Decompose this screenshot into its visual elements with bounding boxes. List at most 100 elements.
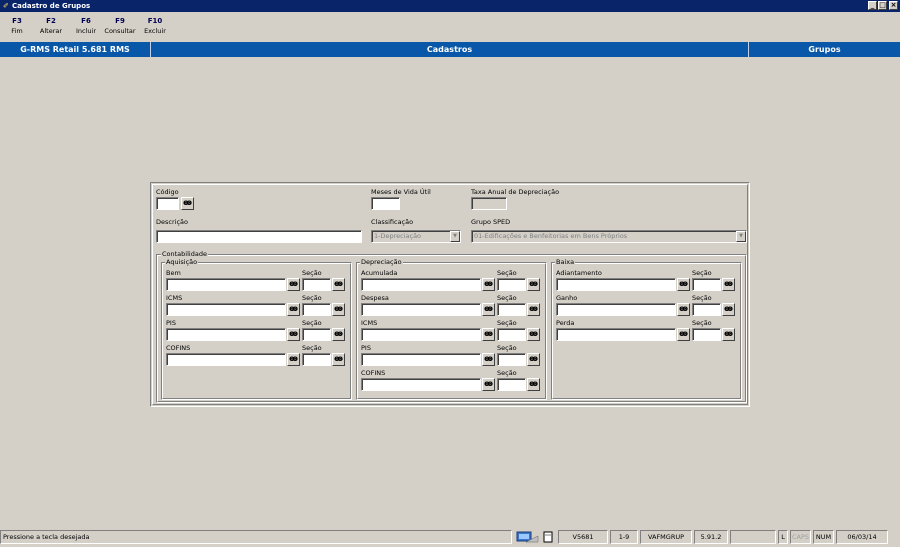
grupo-sped-label: Grupo SPED <box>471 218 511 226</box>
depreciacao-icms-input[interactable] <box>361 328 481 341</box>
binoculars-icon[interactable]: ꙭ <box>527 353 540 366</box>
baixa-adiantamento-input[interactable] <box>556 278 676 291</box>
depreciacao-acumulada-input[interactable] <box>361 278 481 291</box>
depreciacao-legend: Depreciação <box>360 258 403 266</box>
depreciacao-cofins-secao-input[interactable] <box>497 378 526 391</box>
minimize-button[interactable]: _ <box>868 1 877 10</box>
codigo-lookup-button[interactable]: ꙭ <box>181 197 194 210</box>
fkey-caption: Alterar <box>39 27 63 35</box>
fkey-label: F6 <box>81 17 91 25</box>
binoculars-icon[interactable]: ꙭ <box>527 328 540 341</box>
aquisicao-bem-secao-input[interactable] <box>302 278 331 291</box>
binoculars-icon[interactable]: ꙭ <box>677 278 690 291</box>
status-version: V5681 <box>558 530 608 544</box>
baixa-perda-secao-input[interactable] <box>692 328 721 341</box>
secao-label: Seção <box>497 294 517 302</box>
secao-label: Seção <box>692 319 712 327</box>
secao-label: Seção <box>497 319 517 327</box>
binoculars-icon[interactable]: ꙭ <box>527 278 540 291</box>
status-blank <box>730 530 776 544</box>
binoculars-icon[interactable]: ꙭ <box>722 278 735 291</box>
binoculars-icon[interactable]: ꙭ <box>332 303 345 316</box>
binoculars-icon[interactable]: ꙭ <box>482 378 495 391</box>
depreciacao-acumulada-secao-input[interactable] <box>497 278 526 291</box>
fkey-label: F9 <box>115 17 125 25</box>
depreciacao-pis-input[interactable] <box>361 353 481 366</box>
depreciacao-group: Acumulada Seção ꙭ ꙭ Despesa Seção ꙭ ꙭ IC… <box>356 262 547 400</box>
binoculars-icon[interactable]: ꙭ <box>482 328 495 341</box>
baixa-ganho-label: Ganho <box>556 294 578 302</box>
codigo-input[interactable] <box>156 197 179 210</box>
chevron-down-icon[interactable]: ▼ <box>736 231 746 242</box>
binoculars-icon[interactable]: ꙭ <box>287 353 300 366</box>
fkey-incluir[interactable]: F6 Incluir <box>74 16 98 36</box>
status-caps: CAPS <box>790 530 811 544</box>
depreciacao-pis-label: PIS <box>361 344 371 352</box>
function-key-toolbar: F3 Fim F2 Alterar F6 Incluir F9 Consulta… <box>0 14 900 40</box>
title-bar: ✐ Cadastro de Grupos _ □ × <box>0 0 900 12</box>
aquisicao-bem-input[interactable] <box>166 278 286 291</box>
fkey-label: F2 <box>46 17 56 25</box>
descricao-input[interactable] <box>156 230 362 243</box>
fkey-caption: Consultar <box>104 27 136 35</box>
maximize-button[interactable]: □ <box>878 1 887 10</box>
aquisicao-icms-input[interactable] <box>166 303 286 316</box>
depreciacao-icms-label: ICMS <box>361 319 378 327</box>
depreciacao-cofins-input[interactable] <box>361 378 481 391</box>
binoculars-icon[interactable]: ꙭ <box>482 278 495 291</box>
binoculars-icon[interactable]: ꙭ <box>482 303 495 316</box>
aquisicao-pis-input[interactable] <box>166 328 286 341</box>
binoculars-icon[interactable]: ꙭ <box>677 328 690 341</box>
classificacao-select[interactable]: 1-Depreciação <box>371 230 461 243</box>
status-l: L <box>778 530 788 544</box>
close-button[interactable]: × <box>889 1 898 10</box>
descricao-label: Descrição <box>156 218 188 226</box>
secao-label: Seção <box>497 369 517 377</box>
binoculars-icon[interactable]: ꙭ <box>482 353 495 366</box>
grupo-sped-select[interactable]: 01-Edificações e Benfeitorias em Bens Pr… <box>471 230 747 243</box>
depreciacao-despesa-secao-input[interactable] <box>497 303 526 316</box>
binoculars-icon[interactable]: ꙭ <box>527 378 540 391</box>
fkey-consultar[interactable]: F9 Consultar <box>104 16 136 36</box>
aquisicao-cofins-input[interactable] <box>166 353 286 366</box>
binoculars-icon[interactable]: ꙭ <box>287 303 300 316</box>
status-bar: Pressione a tecla desejada V5681 1-9 VAF… <box>0 530 900 545</box>
baixa-adiantamento-label: Adiantamento <box>556 269 602 277</box>
aquisicao-cofins-secao-input[interactable] <box>302 353 331 366</box>
aquisicao-icms-secao-input[interactable] <box>302 303 331 316</box>
secao-label: Seção <box>302 269 322 277</box>
binoculars-icon[interactable]: ꙭ <box>722 328 735 341</box>
aquisicao-pis-secao-input[interactable] <box>302 328 331 341</box>
module-name: Cadastros <box>151 42 749 57</box>
meses-input[interactable] <box>371 197 400 210</box>
binoculars-icon[interactable]: ꙭ <box>332 353 345 366</box>
baixa-adiantamento-secao-input[interactable] <box>692 278 721 291</box>
binoculars-icon[interactable]: ꙭ <box>722 303 735 316</box>
classificacao-label: Classificação <box>371 218 414 226</box>
contabilidade-group: Aquisição Bem Seção ꙭ ꙭ ICMS Seção ꙭ ꙭ P… <box>156 254 747 403</box>
aquisicao-group: Bem Seção ꙭ ꙭ ICMS Seção ꙭ ꙭ PIS Seção ꙭ… <box>161 262 352 400</box>
system-name: G-RMS Retail 5.681 RMS <box>0 42 151 57</box>
binoculars-icon[interactable]: ꙭ <box>527 303 540 316</box>
depreciacao-despesa-input[interactable] <box>361 303 481 316</box>
binoculars-icon[interactable]: ꙭ <box>332 328 345 341</box>
baixa-ganho-input[interactable] <box>556 303 676 316</box>
binoculars-icon[interactable]: ꙭ <box>287 278 300 291</box>
chevron-down-icon[interactable]: ▼ <box>450 231 460 242</box>
depreciacao-pis-secao-input[interactable] <box>497 353 526 366</box>
fkey-fim[interactable]: F3 Fim <box>6 16 28 36</box>
window-title: Cadastro de Grupos <box>12 2 91 10</box>
baixa-perda-input[interactable] <box>556 328 676 341</box>
form-panel: Código ꙭ Meses de Vida Útil Taxa Anual d… <box>150 182 750 407</box>
fkey-label: F10 <box>147 17 163 25</box>
fkey-excluir[interactable]: F10 Excluir <box>142 16 168 36</box>
fkey-alterar[interactable]: F2 Alterar <box>38 16 64 36</box>
screen-name: Grupos <box>808 45 841 54</box>
baixa-group: Adiantamento Seção ꙭ ꙭ Ganho Seção ꙭ ꙭ P… <box>551 262 742 400</box>
binoculars-icon[interactable]: ꙭ <box>287 328 300 341</box>
binoculars-icon[interactable]: ꙭ <box>332 278 345 291</box>
binoculars-icon[interactable]: ꙭ <box>677 303 690 316</box>
fkey-caption: Fim <box>11 27 23 35</box>
baixa-ganho-secao-input[interactable] <box>692 303 721 316</box>
depreciacao-icms-secao-input[interactable] <box>497 328 526 341</box>
